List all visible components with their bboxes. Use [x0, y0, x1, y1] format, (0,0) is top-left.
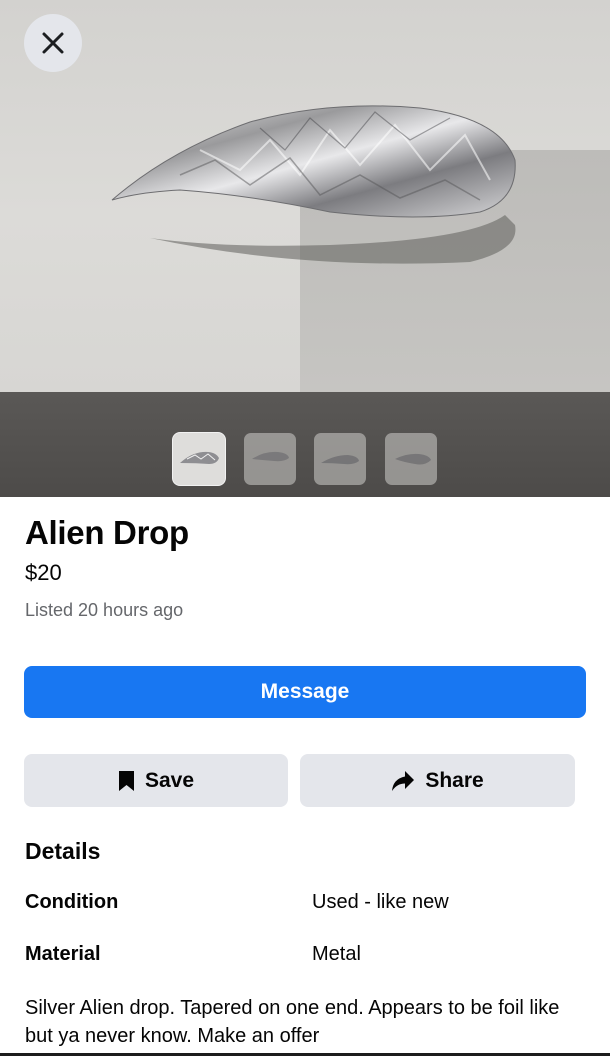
listing-title: Alien Drop — [25, 514, 189, 551]
listing-description: Silver Alien drop. Tapered on one end. A… — [25, 997, 560, 1047]
foil-object-image — [111, 105, 516, 264]
details-heading: Details — [25, 838, 101, 864]
detail-value-condition: Used - like new — [312, 891, 449, 913]
thumbnail-foil-image — [180, 451, 219, 464]
thumbnail-foil-image — [252, 451, 289, 462]
share-button-label: Share — [425, 768, 484, 792]
bookmark-icon — [118, 770, 134, 791]
photo-thumbnail-strip — [0, 392, 610, 497]
listing-photo — [0, 0, 610, 392]
listed-time: Listed 20 hours ago — [25, 600, 184, 620]
thumbnail-2[interactable] — [244, 433, 296, 485]
share-button[interactable]: Share — [300, 754, 575, 807]
detail-label-material: Material — [25, 943, 101, 965]
listing-details-panel: Alien Drop $20 Listed 20 hours ago Messa… — [0, 497, 610, 1056]
message-button-label: Message — [260, 680, 350, 703]
thumbnail-foil-image — [395, 453, 431, 465]
detail-value-material: Metal — [312, 943, 361, 965]
thumbnail-3[interactable] — [314, 433, 366, 485]
thumbnail-4[interactable] — [385, 433, 437, 485]
thumbnail-1[interactable] — [173, 433, 225, 485]
thumbnail-foil-image — [321, 455, 359, 465]
message-button[interactable]: Message — [24, 666, 586, 718]
detail-label-condition: Condition — [25, 891, 119, 913]
save-button-label: Save — [144, 768, 195, 792]
listing-price: $20 — [25, 560, 62, 585]
close-icon — [42, 32, 64, 54]
close-button[interactable] — [24, 14, 82, 72]
save-button[interactable]: Save — [24, 754, 288, 807]
share-arrow-icon — [392, 770, 415, 791]
